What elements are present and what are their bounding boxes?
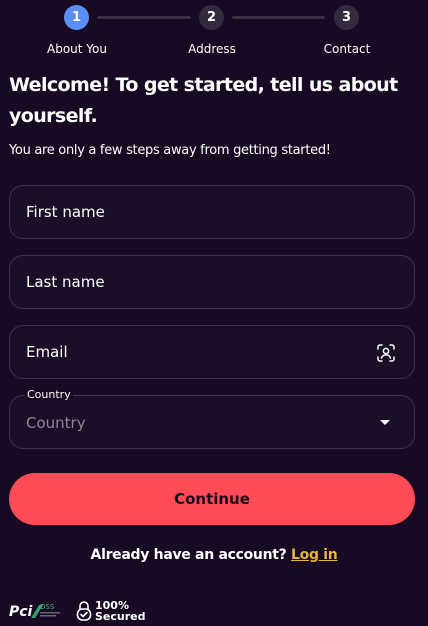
country-caption-label: Country bbox=[25, 388, 73, 401]
page-title: Welcome! To get started, tell us about y… bbox=[9, 74, 398, 127]
login-prompt: Already have an account? Log in bbox=[0, 547, 428, 563]
continue-button[interactable]: Continue bbox=[9, 473, 415, 525]
dss-underline bbox=[40, 612, 60, 614]
last-name-field bbox=[9, 255, 415, 309]
pci-dss-logo: Pci DSS bbox=[9, 603, 60, 620]
step-3-indicator[interactable]: 3 bbox=[334, 5, 359, 30]
lock-check-icon bbox=[76, 601, 92, 621]
chevron-down-icon bbox=[380, 420, 390, 425]
pci-text: Pci bbox=[9, 604, 33, 620]
last-name-input[interactable] bbox=[10, 256, 414, 308]
country-select[interactable]: Country bbox=[9, 395, 415, 449]
step-2-indicator[interactable]: 2 bbox=[199, 5, 224, 30]
page-subtitle: You are only a few steps away from getti… bbox=[9, 143, 331, 158]
email-input[interactable] bbox=[10, 326, 414, 378]
dss-underline bbox=[40, 615, 56, 617]
step-connector bbox=[97, 16, 191, 19]
dss-text: DSS bbox=[40, 603, 55, 611]
step-1-label: About You bbox=[47, 42, 107, 56]
secured-badge: 100% Secured bbox=[76, 599, 146, 623]
step-connector bbox=[232, 16, 325, 19]
pci-dss-badge: Pci DSS bbox=[9, 600, 61, 620]
login-link[interactable]: Log in bbox=[291, 547, 338, 563]
step-1-indicator[interactable]: 1 bbox=[64, 5, 89, 30]
country-select-value: Country bbox=[26, 414, 86, 432]
step-3-label: Contact bbox=[323, 42, 371, 56]
have-account-text: Already have an account? bbox=[90, 547, 287, 563]
step-2-label: Address bbox=[188, 42, 236, 56]
scan-user-icon[interactable] bbox=[376, 343, 396, 363]
first-name-input[interactable] bbox=[10, 186, 414, 238]
signup-page: 1 2 3 About You Address Contact Welcome!… bbox=[0, 0, 428, 626]
first-name-field bbox=[9, 185, 415, 239]
secured-text: 100% Secured bbox=[95, 600, 146, 622]
email-field bbox=[9, 325, 415, 379]
progress-stepper: 1 2 3 About You Address Contact bbox=[0, 0, 428, 60]
secured-label: Secured bbox=[95, 610, 146, 623]
